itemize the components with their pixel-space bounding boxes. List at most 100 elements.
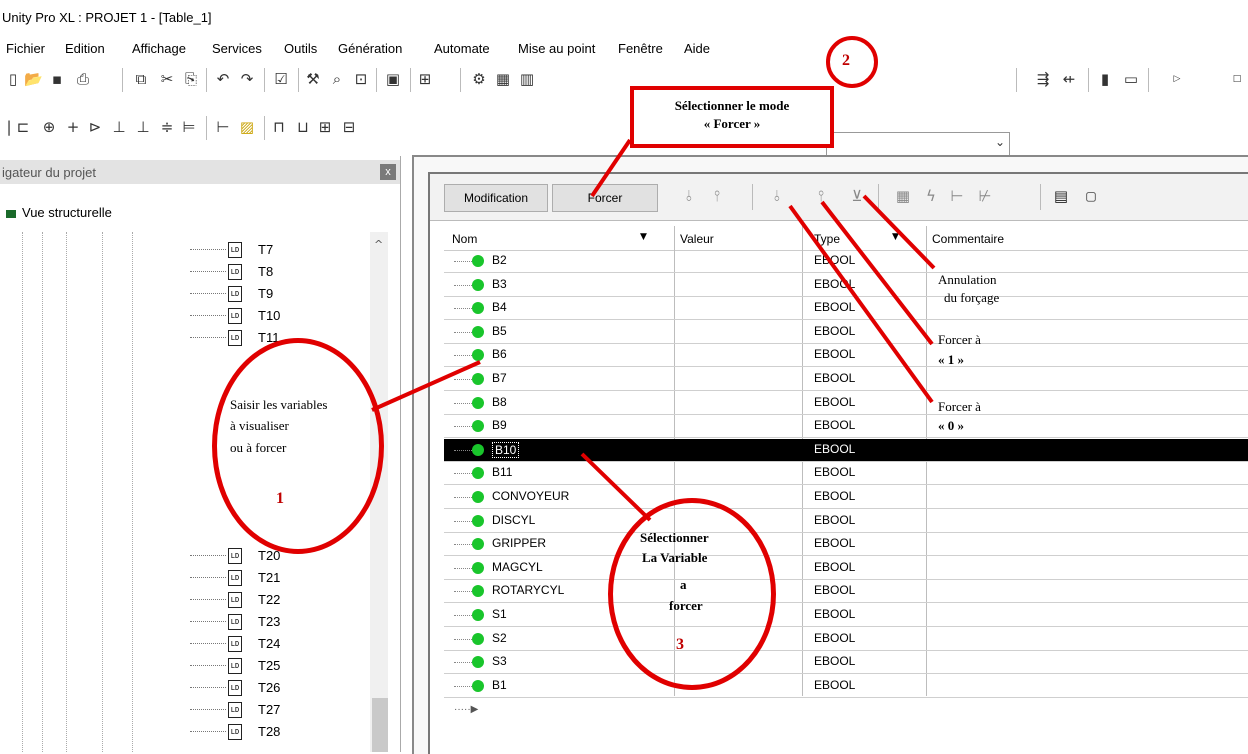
menu-aide[interactable]: Aide — [684, 41, 710, 56]
table-row[interactable]: B10 EBOOL — [444, 438, 1248, 462]
stop-icon[interactable]: □ — [1228, 70, 1246, 88]
contact-icon[interactable]: ⊏ — [14, 118, 32, 136]
table-row[interactable]: ROTARYCYL EBOOL — [444, 580, 1248, 604]
screen-icon[interactable]: ▣ — [384, 70, 402, 88]
variable-name[interactable]: MAGCYL — [492, 560, 543, 574]
force-to-0-icon[interactable]: ⫰ — [768, 186, 786, 206]
bracket-icon[interactable]: ⊢ — [948, 186, 966, 206]
variable-name[interactable]: B4 — [492, 300, 507, 314]
undo-icon[interactable]: ↶ — [214, 70, 232, 88]
variable-name[interactable]: S2 — [492, 631, 507, 645]
table2-icon[interactable]: ⊟ — [340, 118, 358, 136]
reset-icon[interactable]: ⫯ — [708, 186, 726, 206]
variable-name[interactable]: B11 — [492, 465, 512, 479]
variable-name[interactable]: ROTARYCYL — [492, 583, 564, 597]
hline-icon[interactable]: ⊥ — [110, 118, 128, 136]
project-combo[interactable]: ⌄ — [826, 132, 1010, 156]
grid-view-icon[interactable]: ▦ — [894, 186, 912, 206]
grid-icon[interactable]: ▦ — [494, 70, 512, 88]
lightning-icon[interactable]: ϟ — [922, 186, 940, 206]
table-row[interactable]: B9 EBOOL — [444, 415, 1248, 439]
vline-icon[interactable]: ⊨ — [180, 118, 198, 136]
print-icon[interactable]: ⎙ — [74, 70, 92, 88]
fb-icon[interactable]: ⊓ — [270, 118, 288, 136]
table-row[interactable]: B11 EBOOL — [444, 462, 1248, 486]
paste-icon[interactable]: ⎘ — [182, 70, 200, 88]
dline-icon[interactable]: ≑ — [158, 118, 176, 136]
table-row[interactable]: GRIPPER EBOOL — [444, 533, 1248, 557]
redo-icon[interactable]: ↷ — [238, 70, 256, 88]
col-value[interactable]: Valeur — [680, 232, 714, 246]
variable-name[interactable]: B5 — [492, 324, 507, 338]
branch-icon[interactable]: ⊢ — [214, 118, 232, 136]
link-icon[interactable]: ⊥ — [134, 118, 152, 136]
scroll-up-icon[interactable]: ^ — [374, 238, 383, 251]
variable-name[interactable]: S3 — [492, 654, 507, 668]
table-row[interactable]: B6 EBOOL — [444, 344, 1248, 368]
new-file-icon[interactable]: ▯ — [4, 70, 22, 88]
menu-edition[interactable]: Edition — [65, 41, 105, 56]
col-comment[interactable]: Commentaire — [932, 232, 1004, 246]
menu-fichier[interactable]: Fichier — [6, 41, 45, 56]
copy-icon[interactable]: ⧉ — [132, 70, 150, 88]
menu-automate[interactable]: Automate — [434, 41, 490, 56]
variable-name[interactable]: S1 — [492, 607, 507, 621]
settings-icon[interactable]: ⚙ — [470, 70, 488, 88]
table-row[interactable]: B4 EBOOL — [444, 297, 1248, 321]
menu-affichage[interactable]: Affichage — [132, 41, 186, 56]
run-icon[interactable]: ▷ — [1168, 70, 1186, 88]
variable-name[interactable]: B8 — [492, 395, 507, 409]
replace-icon[interactable]: ⊡ — [352, 70, 370, 88]
table-row[interactable]: DISCYL EBOOL — [444, 510, 1248, 533]
variable-name[interactable]: B10 — [492, 441, 520, 458]
table-row[interactable]: B5 EBOOL — [444, 321, 1248, 344]
tools-icon[interactable]: ⚒ — [304, 70, 322, 88]
table-row[interactable]: CONVOYEUR EBOOL — [444, 486, 1248, 509]
fb2-icon[interactable]: ⊔ — [294, 118, 312, 136]
bar-icon[interactable]: ▥ — [518, 70, 536, 88]
table-row[interactable]: MAGCYL EBOOL — [444, 557, 1248, 580]
disconnect-icon[interactable]: ⇷ — [1060, 70, 1078, 88]
col-type[interactable]: Type — [814, 232, 840, 246]
variable-name[interactable]: B9 — [492, 418, 507, 432]
modification-button[interactable]: Modification — [444, 184, 548, 212]
table-row[interactable]: S3 EBOOL — [444, 651, 1248, 675]
build-icon[interactable]: ⊞ — [416, 70, 434, 88]
table-row[interactable]: S1 EBOOL — [444, 604, 1248, 627]
structural-view-label[interactable]: Vue structurelle — [22, 205, 112, 220]
save-icon[interactable]: ▪ — [48, 70, 66, 88]
variable-name[interactable]: B2 — [492, 253, 507, 267]
unforce-icon[interactable]: ⊻ — [848, 186, 866, 206]
open-folder-icon[interactable]: 📂 — [24, 70, 43, 88]
image-icon[interactable]: ▨ — [238, 118, 256, 136]
close-icon[interactable]: x — [380, 164, 396, 180]
variable-name[interactable]: B3 — [492, 277, 507, 291]
menu-fenetre[interactable]: Fenêtre — [618, 41, 663, 56]
menu-generation[interactable]: Génération — [338, 41, 402, 56]
columns-icon[interactable]: ▤ — [1052, 186, 1070, 206]
auto-icon[interactable]: ▢ — [1082, 186, 1100, 206]
set-icon[interactable]: ⫰ — [680, 186, 698, 206]
variable-name[interactable]: B6 — [492, 347, 507, 361]
type-arrow-icon[interactable]: ▼ — [892, 232, 899, 242]
validate-icon[interactable]: ☑ — [272, 70, 290, 88]
variable-name[interactable]: DISCYL — [492, 513, 535, 527]
col-name[interactable]: Nom — [452, 232, 477, 246]
menu-services[interactable]: Services — [212, 41, 262, 56]
menu-mise-au-point[interactable]: Mise au point — [518, 41, 595, 56]
menu-outils[interactable]: Outils — [284, 41, 317, 56]
monitor-icon[interactable]: ▭ — [1122, 70, 1140, 88]
table-row[interactable]: B2 EBOOL — [444, 250, 1248, 273]
watch-icon[interactable]: ⊬ — [976, 186, 994, 206]
table-row[interactable]: S2 EBOOL — [444, 628, 1248, 651]
plc-icon[interactable]: ▮ — [1096, 70, 1114, 88]
connect-icon[interactable]: ⇶ — [1034, 70, 1052, 88]
cut-icon[interactable]: ✂ — [158, 70, 176, 88]
table-icon[interactable]: ⊞ — [316, 118, 334, 136]
variable-name[interactable]: CONVOYEUR — [492, 489, 569, 503]
sort-arrow-icon[interactable]: ▼ — [640, 232, 647, 242]
find-icon[interactable]: ⌕ — [328, 70, 346, 88]
table-row[interactable]: B3 EBOOL — [444, 274, 1248, 297]
variable-name[interactable]: B1 — [492, 678, 507, 692]
table-row[interactable]: B8 EBOOL — [444, 392, 1248, 415]
